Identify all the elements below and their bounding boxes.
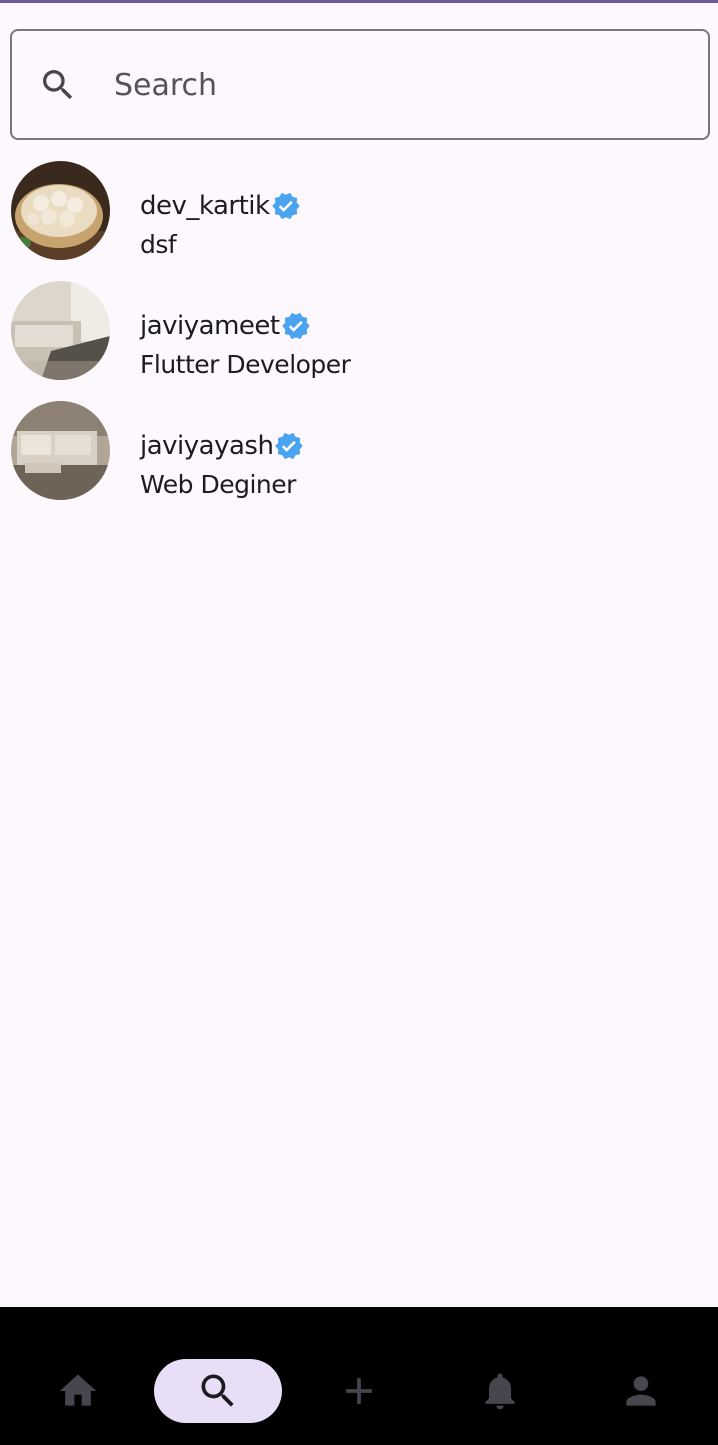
user-bio: Flutter Developer: [140, 350, 351, 379]
list-item[interactable]: javiyayash Web Deginer: [0, 390, 718, 510]
list-item[interactable]: dev_kartik dsf: [0, 150, 718, 270]
add-icon: [346, 1378, 372, 1404]
list-item[interactable]: javiyameet Flutter Developer: [0, 270, 718, 390]
user-bio: dsf: [140, 230, 177, 259]
nav-add-post-button[interactable]: [295, 1359, 423, 1423]
notifications-icon: [485, 1373, 515, 1410]
username: dev_kartik: [140, 191, 270, 221]
user-list: dev_kartik dsf javiyameet Flutter Develo…: [0, 150, 718, 510]
avatar: [11, 281, 110, 380]
nav-profile-button[interactable]: [577, 1359, 705, 1423]
nav-notifications-button[interactable]: [436, 1359, 564, 1423]
profile-icon: [626, 1376, 656, 1406]
search-icon: [201, 1374, 234, 1407]
verified-badge-icon: [275, 432, 304, 460]
search-screen: dev_kartik dsf javiyame: [0, 0, 718, 1445]
nav-home-button[interactable]: [14, 1359, 142, 1423]
user-bio: Web Deginer: [140, 470, 296, 499]
verified-badge-icon: [271, 192, 300, 220]
verified-badge-icon: [281, 312, 310, 340]
search-field[interactable]: [10, 29, 710, 140]
avatar: [11, 401, 110, 500]
username: javiyayash: [140, 431, 274, 461]
search-icon: [43, 70, 73, 100]
home-icon: [59, 1374, 97, 1406]
avatar: [11, 161, 110, 260]
username: javiyameet: [140, 311, 280, 341]
nav-search-button[interactable]: [154, 1359, 282, 1423]
app-bar-divider: [0, 0, 718, 3]
search-input[interactable]: [114, 57, 684, 113]
bottom-navigation-bar: [0, 1307, 718, 1445]
